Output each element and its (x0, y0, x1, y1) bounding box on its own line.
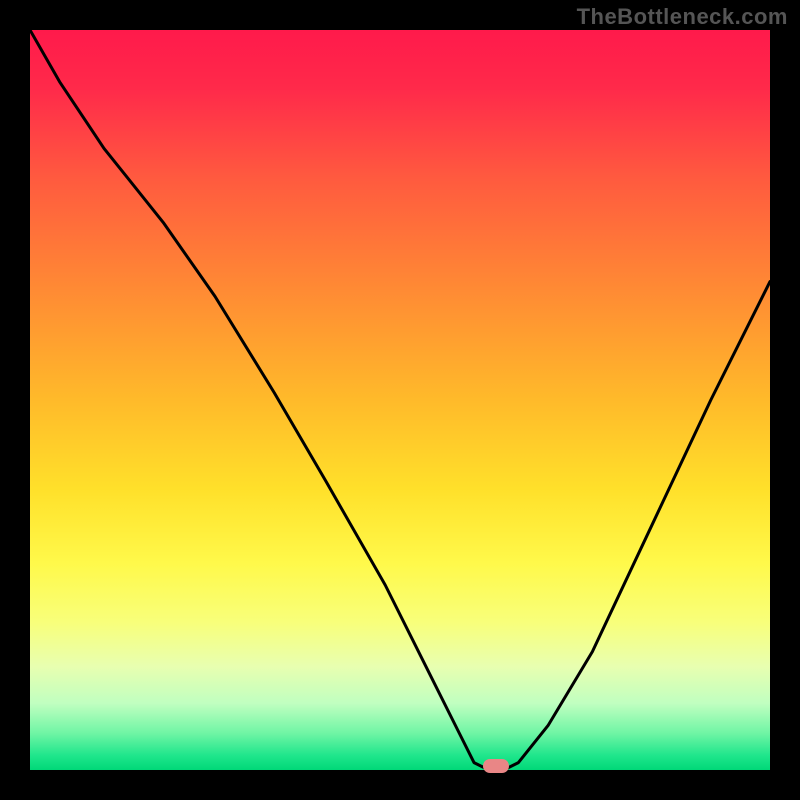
bottleneck-curve (30, 30, 770, 770)
optimal-point-marker (483, 759, 509, 773)
watermark-text: TheBottleneck.com (577, 4, 788, 30)
plot-area (30, 30, 770, 770)
chart-frame: TheBottleneck.com (0, 0, 800, 800)
